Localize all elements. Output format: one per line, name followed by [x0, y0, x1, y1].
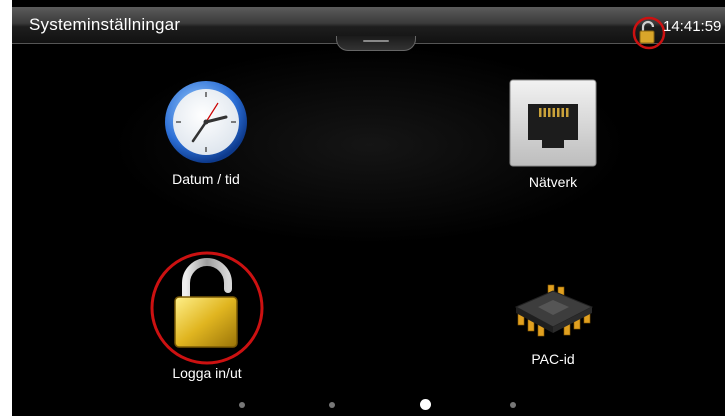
tile-label: PAC-id — [531, 351, 575, 367]
page-indicator — [0, 398, 725, 412]
padlock-open-icon — [150, 251, 264, 365]
network-port-icon — [509, 79, 597, 167]
chip-icon — [514, 284, 594, 337]
page-dot-active[interactable] — [420, 399, 431, 410]
window-title: Systeminställningar — [29, 15, 181, 34]
tile-network[interactable]: Nätverk — [463, 78, 643, 190]
tile-label: Nätverk — [528, 174, 578, 190]
title-bar: Systeminställningar 14:41:59 — [12, 7, 725, 51]
page-dot[interactable] — [510, 402, 516, 408]
tile-login-logout[interactable]: Logga in/ut — [117, 249, 297, 381]
clock-icon — [165, 81, 247, 163]
page-dot[interactable] — [239, 402, 245, 408]
clock-time: 14:41:59 — [663, 18, 722, 35]
tile-pac-id[interactable]: PAC-id — [463, 277, 643, 367]
tile-date-time[interactable]: Datum / tid — [116, 79, 296, 187]
screen: Systeminställningar 14:41:59 Datum / tid… — [0, 0, 725, 416]
window-frame — [0, 0, 12, 416]
padlock-small-icon — [632, 16, 666, 50]
tile-label: Logga in/ut — [172, 365, 242, 381]
lock-status-button[interactable] — [632, 16, 666, 50]
page-dot[interactable] — [329, 402, 335, 408]
tile-label: Datum / tid — [172, 171, 240, 187]
grip-icon — [363, 40, 389, 42]
pull-down-handle[interactable] — [336, 36, 416, 51]
